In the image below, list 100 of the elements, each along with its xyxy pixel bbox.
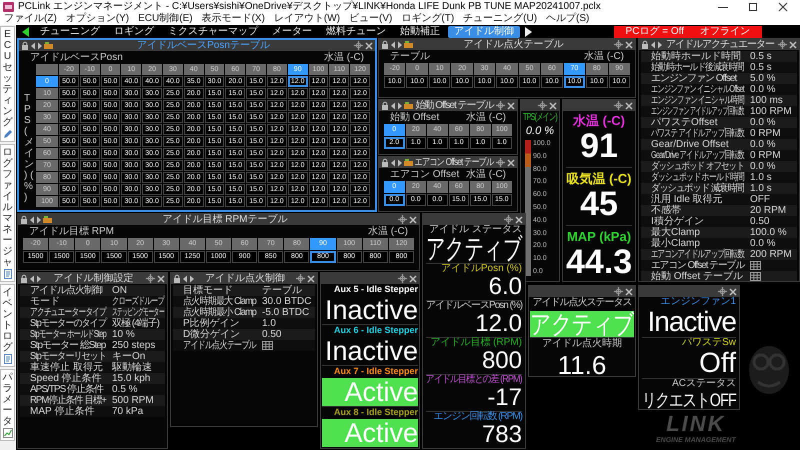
close-icon[interactable] [729, 288, 737, 296]
menu-item[interactable]: ロギング(T) [401, 13, 454, 25]
setting-label: エンジンファン アイドルアップ回転数 [651, 106, 744, 117]
setting-label: D微分ゲイン [183, 329, 240, 340]
status-value: Inactive [324, 296, 418, 324]
close-icon[interactable] [778, 2, 788, 12]
move-icon[interactable] [538, 101, 547, 110]
status-label: Aux 8 - Idle Stepper [334, 407, 418, 417]
setting-label: Stpモーター 総Step [30, 340, 106, 351]
move-icon[interactable] [778, 40, 787, 49]
left-right-arrows-icon[interactable] [391, 158, 402, 166]
lock-icon[interactable] [173, 274, 181, 283]
grid-icon[interactable] [262, 341, 273, 350]
close-icon[interactable] [365, 42, 373, 50]
close-icon[interactable] [409, 274, 417, 282]
folder-icon[interactable] [44, 42, 53, 49]
side-tab[interactable]: パラメータ [0, 369, 15, 441]
left-right-arrows-icon[interactable] [30, 274, 41, 282]
left-right-arrows-icon[interactable] [391, 102, 402, 110]
setting-label: 始動 Offset テーブル [651, 271, 744, 281]
close-icon[interactable] [307, 274, 315, 282]
setting-label: 車速停止 取得元 [30, 362, 103, 373]
move-icon[interactable] [296, 274, 305, 283]
close-icon[interactable] [157, 274, 165, 282]
close-icon[interactable] [507, 158, 515, 166]
move-icon[interactable] [146, 274, 155, 283]
tab[interactable]: ミクスチャーマップ [162, 26, 264, 38]
move-icon[interactable] [614, 287, 623, 296]
left-right-arrows-icon[interactable] [30, 216, 41, 224]
side-tab[interactable]: ECUセッティング [0, 26, 15, 142]
lock-icon[interactable] [20, 215, 28, 224]
move-icon[interactable] [614, 101, 623, 110]
left-arrow-icon[interactable] [22, 26, 29, 36]
folder-icon[interactable] [404, 102, 413, 109]
setting-label: I積分ゲイン [651, 216, 704, 227]
left-right-arrows-icon[interactable] [183, 274, 194, 282]
tab[interactable]: メーター [266, 26, 318, 38]
move-icon[interactable] [496, 158, 505, 167]
side-tab[interactable]: イベントログ [0, 284, 15, 367]
lock-icon[interactable] [641, 40, 649, 49]
setting-label: P比例ゲイン [183, 318, 240, 329]
move-icon[interactable] [354, 41, 363, 50]
menu-item[interactable]: オプション(Y) [66, 13, 130, 25]
chart-icon [2, 428, 12, 438]
close-icon[interactable] [625, 102, 633, 110]
setting-value: 0.0 % [750, 84, 776, 95]
table-label: テーブル [390, 51, 430, 63]
folder-icon[interactable] [404, 159, 413, 166]
close-icon[interactable] [507, 102, 515, 110]
close-icon[interactable] [515, 216, 523, 224]
setting-label: Stpモーターリセット [30, 351, 106, 362]
menu-item[interactable]: ビュー(V) [349, 13, 392, 25]
move-icon[interactable] [504, 215, 513, 224]
setting-value: 0.0 % [750, 161, 776, 172]
close-icon[interactable] [625, 288, 633, 296]
close-icon[interactable] [549, 102, 557, 110]
grid-icon[interactable] [750, 261, 761, 270]
status-value: Inactive [324, 337, 418, 365]
menu-item[interactable]: ECU制御(E) [138, 13, 193, 25]
close-icon[interactable] [625, 40, 633, 48]
setting-label: 始動時ホールド後減衰時間 [651, 62, 744, 73]
lock-icon[interactable] [381, 158, 389, 167]
menu-item[interactable]: チューニング(U) [463, 13, 538, 25]
folder-icon[interactable] [43, 216, 52, 223]
left-right-arrows-icon[interactable] [391, 40, 402, 48]
tab[interactable]: 始動補正 [394, 26, 446, 38]
menu-item[interactable]: 表示モード(X) [202, 13, 265, 25]
move-icon[interactable] [398, 274, 407, 283]
folder-icon[interactable] [404, 41, 413, 48]
move-icon[interactable] [496, 101, 505, 110]
close-icon[interactable] [409, 216, 417, 224]
maximize-icon[interactable] [748, 2, 758, 12]
tab[interactable]: チューニング [34, 26, 106, 38]
setting-label: 点火時期最小 Clamp [183, 307, 256, 318]
lock-icon[interactable] [21, 41, 29, 50]
setting-label: 点火時期最大 Clamp [183, 296, 256, 307]
move-icon[interactable] [398, 215, 407, 224]
left-right-arrows-icon[interactable] [651, 40, 662, 48]
setting-value: 0.5 % [112, 384, 138, 395]
menu-item[interactable]: ファイル(Z) [4, 13, 57, 25]
side-tab[interactable]: ログファイルマネージャ [0, 144, 15, 282]
setting-value: 1.0 s [750, 172, 772, 183]
setting-value: 500 RPM [112, 395, 154, 406]
logo-text: LINK [666, 412, 726, 436]
move-icon[interactable] [614, 40, 623, 49]
close-icon[interactable] [789, 40, 797, 48]
tab[interactable]: ロギング [108, 26, 160, 38]
setting-label: Speed 停止条件 [30, 373, 102, 384]
grid-icon[interactable] [750, 272, 761, 281]
lock-icon[interactable] [381, 101, 389, 110]
tab[interactable]: 燃料チューン [320, 26, 392, 38]
lock-icon[interactable] [381, 40, 389, 49]
right-arrow-icon[interactable] [525, 26, 532, 36]
move-icon[interactable] [718, 287, 727, 296]
left-right-arrows-icon[interactable] [31, 42, 42, 50]
status-value: アクティブ [530, 311, 634, 337]
menu-item[interactable]: レイアウト(W) [274, 13, 340, 25]
lock-icon[interactable] [20, 274, 28, 283]
menu-item[interactable]: ヘルプ(S) [546, 13, 590, 25]
panel-title: アイドルベースPosnテーブル [137, 40, 270, 51]
